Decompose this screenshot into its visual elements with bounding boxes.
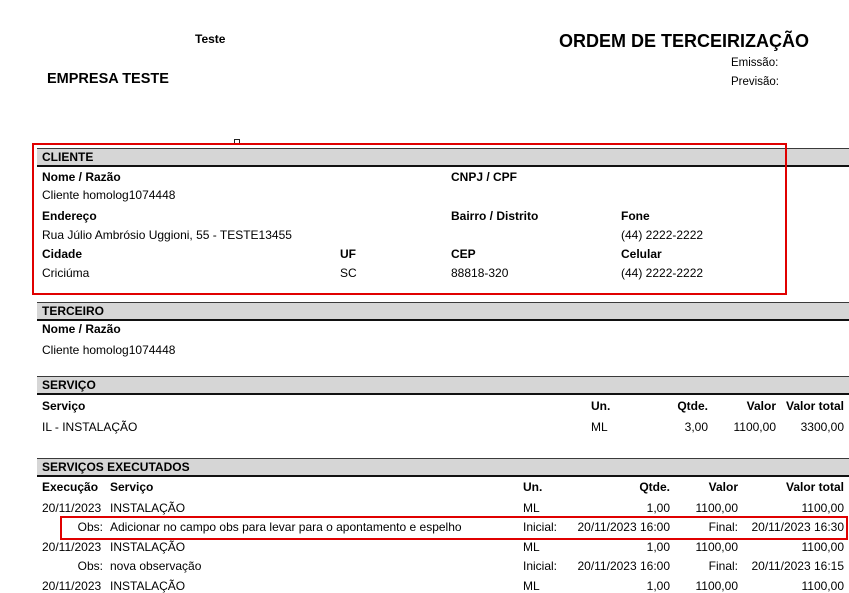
terceiro-labels-row: Nome / Razão [0,322,849,336]
servico-col-un: Un. [591,399,611,413]
obs-text: nova observação [110,559,202,573]
executados-col-un: Un. [523,480,543,494]
obs-label: Obs: [77,559,103,573]
executados-cell-qtde: 1,00 [646,579,670,593]
servico-header-row: Serviço Un. Qtde. Valor Valor total [0,399,849,413]
section-band-servicos-executados: SERVIÇOS EXECUTADOS [37,458,849,477]
executados-col-qtde: Qtde. [639,480,670,494]
obs-row: Obs: nova observação Inicial: 20/11/2023… [0,559,849,573]
highlight-box-obs [60,516,848,540]
executados-cell-execucao: 20/11/2023 [42,579,102,593]
executados-cell-valor-total: 1100,00 [801,540,845,554]
document-title: ORDEM DE TERCEIRIZAÇÃO [559,31,810,51]
section-band-servico: SERVIÇO [37,376,849,395]
company-name: EMPRESA TESTE [47,71,169,87]
executados-cell-un: ML [523,540,540,554]
servico-col-servico: Serviço [42,399,86,413]
servico-col-qtde: Qtde. [677,399,708,413]
terceiro-values-row: Cliente homolog1074448 [0,343,849,357]
executados-cell-servico: INSTALAÇÃO [110,579,186,593]
highlight-box-cliente [32,143,787,295]
report-page: Teste EMPRESA TESTE ORDEM DE TERCEIRIZAÇ… [0,0,849,593]
executados-cell-qtde: 1,00 [646,540,670,554]
servico-cell-servico: IL - INSTALAÇÃO [42,420,138,434]
executados-col-servico: Serviço [110,480,154,494]
executados-cell-execucao: 20/11/2023 [42,501,102,515]
table-row: 20/11/2023 INSTALAÇÃO ML 1,00 1100,00 11… [0,579,849,593]
final-value: 20/11/2023 16:15 [751,559,844,573]
executados-cell-valor: 1100,00 [695,540,739,554]
executados-cell-un: ML [523,501,540,515]
executados-cell-execucao: 20/11/2023 [42,540,102,554]
final-label: Final: [708,559,738,573]
executados-cell-valor-total: 1100,00 [801,501,845,515]
previsao-label: Previsão: [731,76,779,88]
servico-cell-qtde: 3,00 [684,420,708,434]
executados-cell-valor: 1100,00 [695,579,739,593]
section-title-servico: SERVIÇO [42,378,96,392]
servico-cell-un: ML [591,420,608,434]
table-row: 20/11/2023 INSTALAÇÃO ML 1,00 1100,00 11… [0,540,849,554]
section-title-terceiro: TERCEIRO [42,304,105,318]
inicial-label: Inicial: [523,559,558,573]
section-band-terceiro: TERCEIRO [37,302,849,321]
executados-col-valor: Valor [708,480,738,494]
executados-header-row: Execução Serviço Un. Qtde. Valor Valor t… [0,480,849,494]
executados-cell-un: ML [523,579,540,593]
executados-cell-valor-total: 1100,00 [801,579,845,593]
servico-col-valor-total: Valor total [785,399,844,413]
table-row: 20/11/2023 INSTALAÇÃO ML 1,00 1100,00 11… [0,501,849,515]
executados-col-execucao: Execução [42,480,99,494]
executados-cell-valor: 1100,00 [695,501,739,515]
company-short-name: Teste [195,32,226,46]
executados-cell-servico: INSTALAÇÃO [110,501,186,515]
section-title-servicos-executados: SERVIÇOS EXECUTADOS [42,460,190,474]
terceiro-nome-label: Nome / Razão [42,322,121,336]
servico-cell-valor: 1100,00 [733,420,777,434]
terceiro-nome-value: Cliente homolog1074448 [42,343,176,357]
executados-cell-servico: INSTALAÇÃO [110,540,186,554]
servico-cell-valor-total: 3300,00 [800,420,844,434]
servico-col-valor: Valor [746,399,776,413]
emissao-label: Emissão: [731,57,779,69]
executados-cell-qtde: 1,00 [646,501,670,515]
executados-col-valor-total: Valor total [785,480,844,494]
table-row: IL - INSTALAÇÃO ML 3,00 1100,00 3300,00 [0,420,849,434]
inicial-value: 20/11/2023 16:00 [577,559,670,573]
